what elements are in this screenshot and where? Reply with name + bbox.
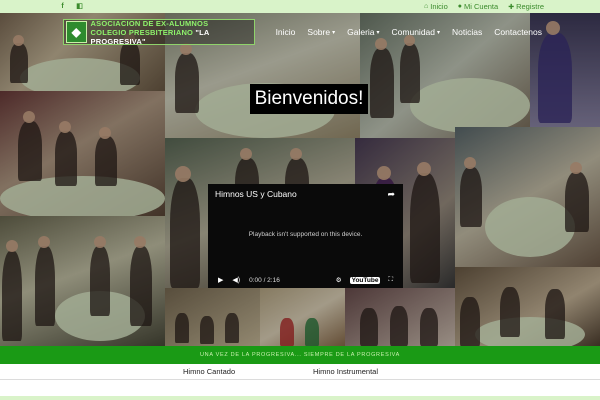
- play-icon[interactable]: ▶: [218, 276, 223, 284]
- tagline-bar: UNA VEZ DE LA PROGRESIVA... SIEMPRE DE L…: [0, 346, 600, 364]
- account-links: ⌂ Inicio ● Mi Cuenta ✚ Registre: [424, 2, 544, 11]
- link-inicio[interactable]: ⌂ Inicio: [424, 2, 448, 11]
- video-player[interactable]: Himnos US y Cubano ➦ Playback isn't supp…: [208, 184, 403, 288]
- nav-item-galeria[interactable]: Galeria ▾: [347, 27, 379, 37]
- main-navigation: Inicio Sobre ▾ Galeria ▾ Comunidad ▾ Notici…: [276, 27, 542, 37]
- playback-message: Playback isn't supported on this device.: [248, 231, 363, 238]
- gallery-photo: [0, 91, 165, 216]
- share-icon[interactable]: ➦: [387, 189, 395, 200]
- welcome-heading: Bienvenidos!: [250, 84, 368, 114]
- nav-item-inicio[interactable]: Inicio: [276, 27, 296, 37]
- logo-emblem-icon: ◆: [66, 21, 87, 43]
- link-inicio-label: Inicio: [430, 2, 448, 11]
- gallery-photo: [345, 288, 455, 346]
- gallery-photo: [165, 288, 260, 346]
- bottom-strip: [0, 396, 600, 400]
- link-mi-cuenta-label: Mi Cuenta: [464, 2, 499, 11]
- gallery-photo: [0, 216, 165, 346]
- gallery-photo: [260, 288, 345, 346]
- logo-line-1: ASOCIACION DE EX-ALUMNOS: [90, 18, 209, 28]
- link-registre-label: Registre: [516, 2, 544, 11]
- video-title[interactable]: Himnos US y Cubano: [215, 189, 297, 199]
- tab-himno-cantado[interactable]: Himno Cantado: [183, 367, 235, 376]
- flickr-icon[interactable]: ◧: [75, 2, 84, 11]
- tab-himno-instrumental[interactable]: Himno Instrumental: [313, 367, 378, 376]
- chevron-down-icon: ▾: [437, 29, 441, 36]
- nav-item-comunidad[interactable]: Comunidad ▾: [392, 27, 441, 37]
- gallery-photo: [455, 267, 600, 346]
- top-utility-bar: f ◧ ⌂ Inicio ● Mi Cuenta ✚ Registre: [0, 0, 600, 13]
- youtube-logo[interactable]: YouTube: [349, 276, 381, 284]
- video-time: 0:00 / 2:16: [249, 276, 280, 284]
- volume-icon[interactable]: ◀): [232, 276, 240, 284]
- video-controls: ▶ ◀) 0:00 / 2:16 ⚙ YouTube ⛶: [208, 272, 403, 288]
- hymn-tabs: Himno Cantado Himno Instrumental: [0, 364, 600, 380]
- fullscreen-icon[interactable]: ⛶: [388, 276, 393, 284]
- user-icon: ●: [457, 3, 462, 10]
- register-icon: ✚: [508, 3, 515, 11]
- link-registre[interactable]: ✚ Registre: [508, 2, 544, 11]
- logo-line-2: COLEGIO PRESBITERIANO "LA PROGRESIVA": [90, 27, 210, 46]
- home-icon: ⌂: [424, 3, 429, 10]
- nav-item-noticias[interactable]: Noticias: [452, 27, 482, 37]
- chevron-down-icon: ▾: [332, 29, 336, 36]
- site-logo[interactable]: ◆ ASOCIACION DE EX-ALUMNOS COLEGIO PRESB…: [63, 18, 255, 46]
- chevron-down-icon: ▾: [376, 29, 380, 36]
- link-mi-cuenta[interactable]: ● Mi Cuenta: [458, 2, 498, 11]
- gallery-photo: [455, 127, 600, 267]
- nav-item-sobre[interactable]: Sobre ▾: [307, 27, 335, 37]
- settings-icon[interactable]: ⚙: [336, 276, 342, 284]
- facebook-icon[interactable]: f: [58, 2, 67, 11]
- social-links: f ◧: [58, 2, 84, 11]
- photo-collage-hero: [0, 13, 600, 346]
- nav-item-contactenos[interactable]: Contactenos: [494, 27, 542, 37]
